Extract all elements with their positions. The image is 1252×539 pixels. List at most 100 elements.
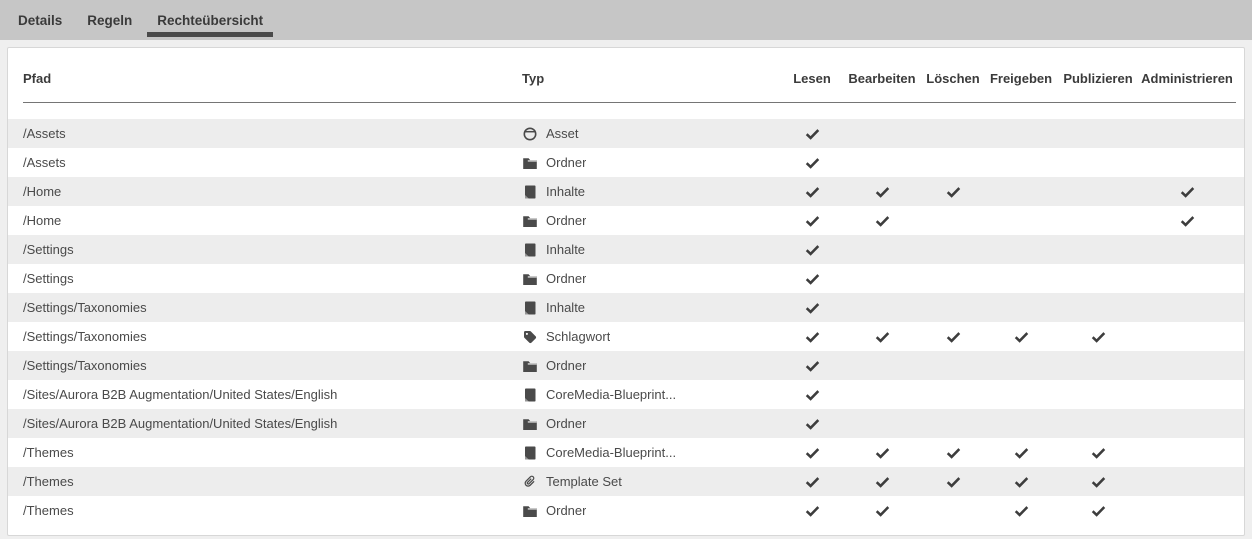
- row-type-label: Ordner: [546, 416, 586, 431]
- table-row[interactable]: /Themes CoreMedia-Blueprint...: [8, 438, 1244, 467]
- perm-cell-loeschen: [922, 467, 984, 496]
- row-type: Ordner: [522, 155, 782, 171]
- content-icon: [522, 387, 538, 403]
- perm-cell-loeschen: [922, 409, 984, 438]
- table-row[interactable]: /Sites/Aurora B2B Augmentation/United St…: [8, 380, 1244, 409]
- row-type: Inhalte: [522, 242, 782, 258]
- tab-details-label: Details: [18, 13, 62, 28]
- table-row[interactable]: /Settings/Taxonomies Ordner: [8, 351, 1244, 380]
- row-path: /Themes: [23, 445, 522, 460]
- perm-cell-loeschen: [922, 351, 984, 380]
- column-header-administrieren: Administrieren: [1138, 71, 1236, 86]
- check-icon: [875, 331, 890, 343]
- row-path: /Assets: [23, 126, 522, 141]
- row-type-label: Schlagwort: [546, 329, 610, 344]
- row-path: /Home: [23, 184, 522, 199]
- table-row[interactable]: /Settings Ordner: [8, 264, 1244, 293]
- check-icon: [946, 186, 961, 198]
- table-row[interactable]: /Home Ordner: [8, 206, 1244, 235]
- perm-cell-freigeben: [984, 119, 1058, 148]
- perm-cell-administrieren: [1138, 206, 1236, 235]
- check-icon: [805, 128, 820, 140]
- perm-cell-loeschen: [922, 119, 984, 148]
- perm-cell-freigeben: [984, 438, 1058, 467]
- check-icon: [1014, 447, 1029, 459]
- table-row[interactable]: /Sites/Aurora B2B Augmentation/United St…: [8, 409, 1244, 438]
- tab-rechteuebersicht-label: Rechteübersicht: [157, 13, 263, 28]
- tab-regeln[interactable]: Regeln: [77, 0, 142, 40]
- row-type: Asset: [522, 126, 782, 142]
- perm-cell-publizieren: [1058, 264, 1138, 293]
- perm-cell-bearbeiten: [842, 351, 922, 380]
- row-type: Ordner: [522, 416, 782, 432]
- row-type-label: CoreMedia-Blueprint...: [546, 387, 676, 402]
- table-row[interactable]: /Themes Ordner: [8, 496, 1244, 525]
- perm-cell-loeschen: [922, 322, 984, 351]
- check-icon: [1180, 215, 1195, 227]
- check-icon: [805, 244, 820, 256]
- row-type: Inhalte: [522, 300, 782, 316]
- perm-cell-publizieren: [1058, 235, 1138, 264]
- perm-cell-bearbeiten: [842, 467, 922, 496]
- table-body: /Assets Asset: [8, 119, 1244, 525]
- perm-cell-freigeben: [984, 206, 1058, 235]
- perm-cell-bearbeiten: [842, 380, 922, 409]
- column-header-lesen: Lesen: [782, 71, 842, 86]
- check-icon: [875, 476, 890, 488]
- column-header-typ: Typ: [522, 71, 782, 86]
- check-icon: [1091, 331, 1106, 343]
- perm-cell-publizieren: [1058, 148, 1138, 177]
- perm-cell-bearbeiten: [842, 409, 922, 438]
- paperclip-icon: [522, 474, 538, 490]
- perm-cell-bearbeiten: [842, 293, 922, 322]
- check-icon: [805, 157, 820, 169]
- check-icon: [946, 447, 961, 459]
- content-icon: [522, 300, 538, 316]
- row-type-label: Template Set: [546, 474, 622, 489]
- row-path: /Themes: [23, 474, 522, 489]
- perm-cell-lesen: [782, 119, 842, 148]
- check-icon: [805, 215, 820, 227]
- check-icon: [1014, 476, 1029, 488]
- perm-cell-bearbeiten: [842, 177, 922, 206]
- perm-cell-administrieren: [1138, 322, 1236, 351]
- table-row[interactable]: /Settings/Taxonomies Inhalte: [8, 293, 1244, 322]
- column-header-bearbeiten: Bearbeiten: [842, 71, 922, 86]
- check-icon: [1091, 505, 1106, 517]
- check-icon: [1180, 186, 1195, 198]
- tab-regeln-label: Regeln: [87, 13, 132, 28]
- table-row[interactable]: /Assets Ordner: [8, 148, 1244, 177]
- check-icon: [805, 476, 820, 488]
- check-icon: [805, 302, 820, 314]
- table-row[interactable]: /Home Inhalte: [8, 177, 1244, 206]
- content-icon: [522, 184, 538, 200]
- table-row[interactable]: /Assets Asset: [8, 119, 1244, 148]
- perm-cell-loeschen: [922, 380, 984, 409]
- check-icon: [875, 505, 890, 517]
- row-type-label: Asset: [546, 126, 579, 141]
- row-path: /Settings/Taxonomies: [23, 329, 522, 344]
- tab-rechteuebersicht[interactable]: Rechteübersicht: [147, 0, 273, 40]
- perm-cell-loeschen: [922, 264, 984, 293]
- perm-cell-bearbeiten: [842, 148, 922, 177]
- perm-cell-administrieren: [1138, 496, 1236, 525]
- perm-cell-freigeben: [984, 264, 1058, 293]
- tab-details[interactable]: Details: [8, 0, 72, 40]
- table-row[interactable]: /Settings/Taxonomies Schlagwort: [8, 322, 1244, 351]
- perm-cell-bearbeiten: [842, 264, 922, 293]
- perm-cell-lesen: [782, 148, 842, 177]
- row-type: Schlagwort: [522, 329, 782, 345]
- perm-cell-administrieren: [1138, 351, 1236, 380]
- check-icon: [875, 447, 890, 459]
- perm-cell-bearbeiten: [842, 206, 922, 235]
- folder-icon: [522, 358, 538, 374]
- perm-cell-lesen: [782, 496, 842, 525]
- check-icon: [1014, 331, 1029, 343]
- row-type-label: Ordner: [546, 213, 586, 228]
- perm-cell-lesen: [782, 264, 842, 293]
- table-row[interactable]: /Settings Inhalte: [8, 235, 1244, 264]
- table-row[interactable]: /Themes Template Set: [8, 467, 1244, 496]
- row-type-label: Ordner: [546, 155, 586, 170]
- check-icon: [805, 273, 820, 285]
- perm-cell-freigeben: [984, 293, 1058, 322]
